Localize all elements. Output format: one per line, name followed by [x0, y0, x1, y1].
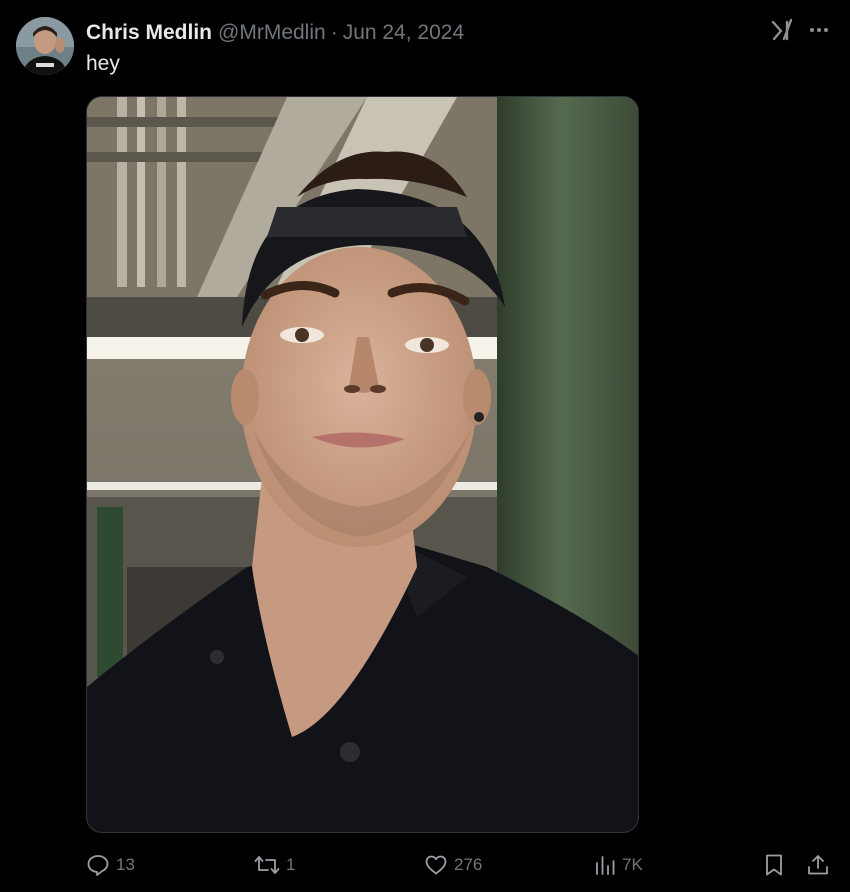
avatar[interactable] — [16, 17, 74, 75]
more-icon[interactable] — [808, 19, 830, 41]
views-icon — [594, 853, 616, 877]
selfie-photo — [87, 97, 638, 832]
user-handle[interactable]: @MrMedlin — [218, 21, 326, 45]
tweet-photo[interactable] — [86, 96, 639, 833]
display-name[interactable]: Chris Medlin — [86, 21, 212, 45]
share-button[interactable] — [806, 848, 830, 882]
reply-button[interactable]: 13 — [86, 848, 135, 882]
views-button[interactable]: 7K — [594, 848, 643, 882]
tweet-actions: 13 1 276 7K — [86, 848, 832, 882]
header-separator: · — [330, 21, 338, 44]
tweet-header: Chris Medlin @MrMedlin · Jun 24, 2024 — [86, 20, 464, 46]
reply-icon — [86, 853, 110, 877]
bookmark-button[interactable] — [763, 848, 785, 882]
tweet-top-actions — [770, 18, 830, 42]
bookmark-icon — [763, 853, 785, 877]
retweet-icon — [254, 853, 280, 877]
avatar-image — [16, 17, 74, 75]
retweet-button[interactable]: 1 — [254, 848, 295, 882]
tweet: Chris Medlin @MrMedlin · Jun 24, 2024 he… — [0, 0, 850, 892]
grok-icon[interactable] — [770, 18, 794, 42]
like-button[interactable]: 276 — [424, 848, 482, 882]
tweet-text: hey — [86, 52, 120, 75]
tweet-date[interactable]: Jun 24, 2024 — [343, 21, 464, 45]
views-count: 7K — [622, 855, 643, 874]
retweet-count: 1 — [286, 855, 296, 874]
share-icon — [806, 853, 830, 877]
heart-icon — [424, 853, 448, 877]
reply-count: 13 — [116, 855, 135, 874]
like-count: 276 — [454, 855, 483, 874]
